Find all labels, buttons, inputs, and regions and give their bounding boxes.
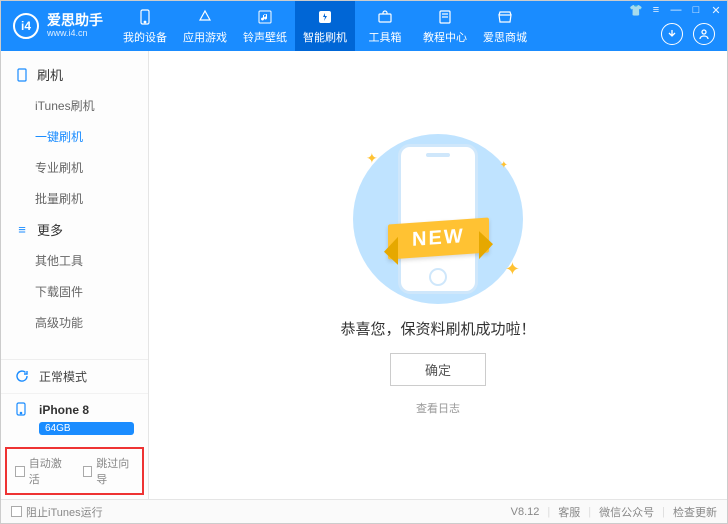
app-header: i4 爱思助手 www.i4.cn 我的设备 应用游戏 铃声壁纸 智能刷机: [1, 1, 727, 51]
sidebar-group-more: ≡ 更多: [1, 214, 148, 245]
download-icon[interactable]: [661, 23, 683, 45]
new-ribbon: NEW: [388, 217, 489, 259]
checkbox-icon: [11, 506, 22, 517]
view-log-link[interactable]: 查看日志: [416, 400, 460, 416]
app-name: 爱思助手: [47, 13, 103, 28]
device-name: iPhone 8: [39, 403, 89, 417]
main-content: ✦ ✦ ✦ NEW 恭喜您，保资料刷机成功啦！ 确定 查看日志: [149, 51, 727, 499]
app-url: www.i4.cn: [47, 29, 103, 39]
close-icon[interactable]: ✕: [709, 3, 723, 17]
ok-button[interactable]: 确定: [390, 353, 486, 386]
device-icon: [15, 68, 29, 82]
success-illustration: ✦ ✦ ✦ NEW: [338, 134, 538, 304]
minimize-icon[interactable]: —: [669, 3, 683, 17]
logo-icon: i4: [13, 13, 39, 39]
device-mode[interactable]: 正常模式: [1, 360, 148, 394]
tools-icon: [376, 8, 394, 26]
nav-toolbox[interactable]: 工具箱: [355, 1, 415, 51]
sidebar-item-advanced[interactable]: 高级功能: [1, 307, 148, 338]
nav-tabs: 我的设备 应用游戏 铃声壁纸 智能刷机 工具箱 教程中心: [115, 1, 535, 51]
sidebar-item-download-firmware[interactable]: 下载固件: [1, 276, 148, 307]
checkbox-icon: [15, 466, 25, 477]
wechat-link[interactable]: 微信公众号: [599, 504, 654, 520]
sidebar-group-flash: 刷机: [1, 59, 148, 90]
sidebar: 刷机 iTunes刷机 一键刷机 专业刷机 批量刷机 ≡ 更多 其他工具 下载固…: [1, 51, 149, 499]
block-itunes-checkbox[interactable]: 阻止iTunes运行: [11, 504, 103, 520]
nav-my-device[interactable]: 我的设备: [115, 1, 175, 51]
status-bar: 阻止iTunes运行 V8.12 | 客服 | 微信公众号 | 检查更新: [1, 499, 727, 523]
sparkle-icon: ✦: [366, 150, 378, 167]
auto-activate-checkbox[interactable]: 自动激活: [15, 455, 67, 487]
shop-icon: [496, 8, 514, 26]
nav-flash[interactable]: 智能刷机: [295, 1, 355, 51]
maximize-icon[interactable]: □: [689, 3, 703, 17]
nav-store[interactable]: 爱思商城: [475, 1, 535, 51]
flash-icon: [316, 8, 334, 26]
device-info[interactable]: iPhone 8 64GB: [1, 394, 148, 443]
phone-icon: [136, 8, 154, 26]
sparkle-icon: ✦: [505, 259, 520, 280]
update-link[interactable]: 检查更新: [673, 504, 717, 520]
book-icon: [436, 8, 454, 26]
sparkle-icon: ✦: [500, 160, 508, 171]
user-icon[interactable]: [693, 23, 715, 45]
nav-apps[interactable]: 应用游戏: [175, 1, 235, 51]
post-flash-options: 自动激活 跳过向导: [5, 447, 144, 495]
nav-tutorials[interactable]: 教程中心: [415, 1, 475, 51]
sidebar-item-other-tools[interactable]: 其他工具: [1, 245, 148, 276]
logo: i4 爱思助手 www.i4.cn: [1, 13, 115, 39]
checkbox-icon: [83, 466, 93, 477]
support-link[interactable]: 客服: [558, 504, 580, 520]
version-label: V8.12: [511, 506, 540, 518]
sidebar-item-batch-flash[interactable]: 批量刷机: [1, 183, 148, 214]
storage-badge: 64GB: [39, 422, 134, 435]
window-controls: 👕 ≡ — □ ✕: [629, 3, 723, 17]
music-icon: [256, 8, 274, 26]
skip-guide-checkbox[interactable]: 跳过向导: [83, 455, 135, 487]
menu-icon[interactable]: ≡: [649, 3, 663, 17]
phone-small-icon: [15, 402, 31, 418]
sidebar-item-itunes-flash[interactable]: iTunes刷机: [1, 90, 148, 121]
success-message: 恭喜您，保资料刷机成功啦！: [340, 318, 535, 339]
more-icon: ≡: [15, 223, 29, 237]
skin-icon[interactable]: 👕: [629, 3, 643, 17]
refresh-icon: [15, 369, 31, 385]
nav-ringtones[interactable]: 铃声壁纸: [235, 1, 295, 51]
app-icon: [196, 8, 214, 26]
sidebar-item-oneclick-flash[interactable]: 一键刷机: [1, 121, 148, 152]
sidebar-item-pro-flash[interactable]: 专业刷机: [1, 152, 148, 183]
